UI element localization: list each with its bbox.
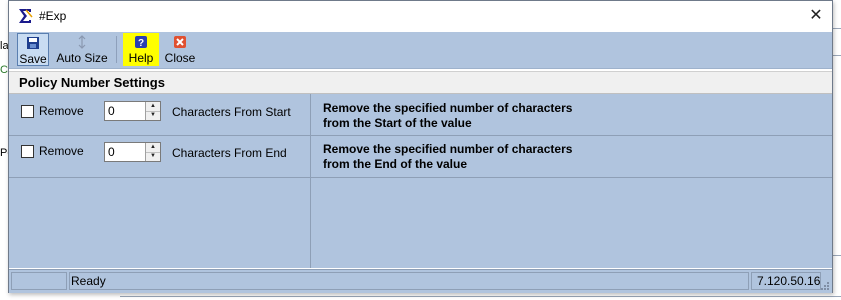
- setting-row-end: Remove 0 ▲ ▼ Characters From End Remove …: [9, 136, 832, 178]
- save-label: Save: [19, 52, 47, 66]
- toolbar-separator: [116, 36, 117, 63]
- floppy-icon: [27, 37, 39, 49]
- end-description: Remove the specified number of character…: [323, 142, 572, 172]
- close-red-icon: [174, 36, 186, 48]
- background-fragment: C: [0, 64, 8, 76]
- chars-from-end-label: Characters From End: [172, 146, 287, 160]
- auto-size-label: Auto Size: [56, 51, 108, 65]
- stepper-down-icon[interactable]: ▼: [146, 152, 160, 161]
- status-bar: Ready 7.120.50.16: [9, 269, 832, 293]
- start-count-stepper[interactable]: 0 ▲ ▼: [104, 101, 161, 121]
- window-close-button[interactable]: ✕: [804, 4, 828, 28]
- remove-start-label: Remove: [39, 104, 84, 118]
- autosize-icon: [78, 35, 86, 49]
- svg-text:?: ?: [138, 38, 144, 49]
- stepper-down-icon[interactable]: ▼: [146, 111, 160, 120]
- background-line: [833, 55, 841, 56]
- help-label: Help: [128, 51, 154, 65]
- close-label: Close: [164, 51, 196, 65]
- remove-start-checkbox[interactable]: [21, 105, 34, 118]
- settings-grid: Remove 0 ▲ ▼ Characters From Start Remov…: [9, 94, 832, 268]
- section-header: Policy Number Settings: [9, 71, 832, 94]
- end-description-line2: from the End of the value: [323, 157, 468, 171]
- title-bar[interactable]: #Exp ✕: [9, 1, 832, 32]
- resize-grip-icon[interactable]: [820, 281, 830, 291]
- window-title: #Exp: [39, 9, 67, 23]
- sigma-app-icon: [19, 9, 33, 23]
- help-button[interactable]: ? Help: [123, 33, 159, 66]
- toolbar: Save Auto Size ? Help Close: [9, 32, 832, 69]
- remove-end-label: Remove: [39, 144, 84, 158]
- chars-from-start-label: Characters From Start: [172, 105, 291, 119]
- setting-row-start: Remove 0 ▲ ▼ Characters From Start Remov…: [9, 94, 832, 136]
- start-description-line2: from the Start of the value: [323, 116, 472, 130]
- start-description: Remove the specified number of character…: [323, 101, 572, 131]
- background-line: [120, 296, 841, 297]
- save-button[interactable]: Save: [17, 33, 49, 66]
- background-line: [833, 255, 841, 256]
- dialog-window: #Exp ✕ Save Auto Size ? Help Close Polic…: [8, 0, 833, 293]
- remove-end-checkbox[interactable]: [21, 145, 34, 158]
- start-count-value[interactable]: 0: [108, 104, 115, 118]
- auto-size-button[interactable]: Auto Size: [53, 33, 111, 66]
- status-cell-empty: [11, 272, 67, 290]
- version-label: 7.120.50.16: [751, 272, 821, 290]
- background-line: [833, 28, 841, 29]
- close-button[interactable]: Close: [162, 33, 198, 66]
- status-text: Ready: [69, 272, 749, 290]
- end-count-value[interactable]: 0: [108, 145, 115, 159]
- stepper-buttons: ▲ ▼: [145, 143, 160, 161]
- stepper-buttons: ▲ ▼: [145, 102, 160, 120]
- end-description-line1: Remove the specified number of character…: [323, 142, 573, 156]
- end-count-stepper[interactable]: 0 ▲ ▼: [104, 142, 161, 162]
- start-description-line1: Remove the specified number of character…: [323, 101, 573, 115]
- help-icon: ?: [135, 36, 147, 49]
